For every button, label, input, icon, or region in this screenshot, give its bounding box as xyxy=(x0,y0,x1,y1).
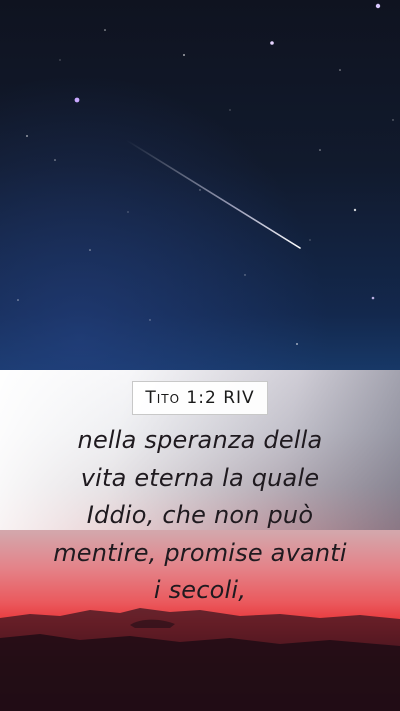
star xyxy=(54,159,56,161)
verse-line: i secoli, xyxy=(153,576,247,604)
star xyxy=(353,208,357,212)
star xyxy=(17,299,19,301)
star xyxy=(74,97,80,103)
star xyxy=(244,274,246,276)
star xyxy=(89,249,91,251)
star xyxy=(339,69,341,71)
horizon-hills xyxy=(0,608,400,711)
star xyxy=(127,211,129,213)
star xyxy=(375,3,381,9)
star xyxy=(371,296,375,300)
verse-reference-badge: Tito 1:2 RIV xyxy=(132,381,268,415)
verse-reference: Tito 1:2 RIV xyxy=(145,388,255,408)
star xyxy=(149,319,151,321)
star xyxy=(296,343,298,345)
shooting-star xyxy=(125,139,301,249)
star xyxy=(229,109,231,111)
star xyxy=(309,239,311,241)
verse-line: mentire, promise avanti xyxy=(53,538,347,567)
starfield xyxy=(17,3,394,345)
star xyxy=(104,29,106,31)
star xyxy=(183,54,185,56)
star xyxy=(392,119,394,121)
star xyxy=(26,135,28,137)
star xyxy=(319,149,321,151)
star xyxy=(199,189,201,191)
verse-text: nella speranza della vita eterna la qual… xyxy=(20,422,380,610)
star xyxy=(59,59,61,61)
verse-line: Iddio, che non può xyxy=(86,501,314,529)
verse-line: vita eterna la quale xyxy=(80,463,320,492)
verse-line: nella speranza della xyxy=(77,426,323,454)
star xyxy=(270,41,274,45)
night-sky xyxy=(0,0,400,370)
